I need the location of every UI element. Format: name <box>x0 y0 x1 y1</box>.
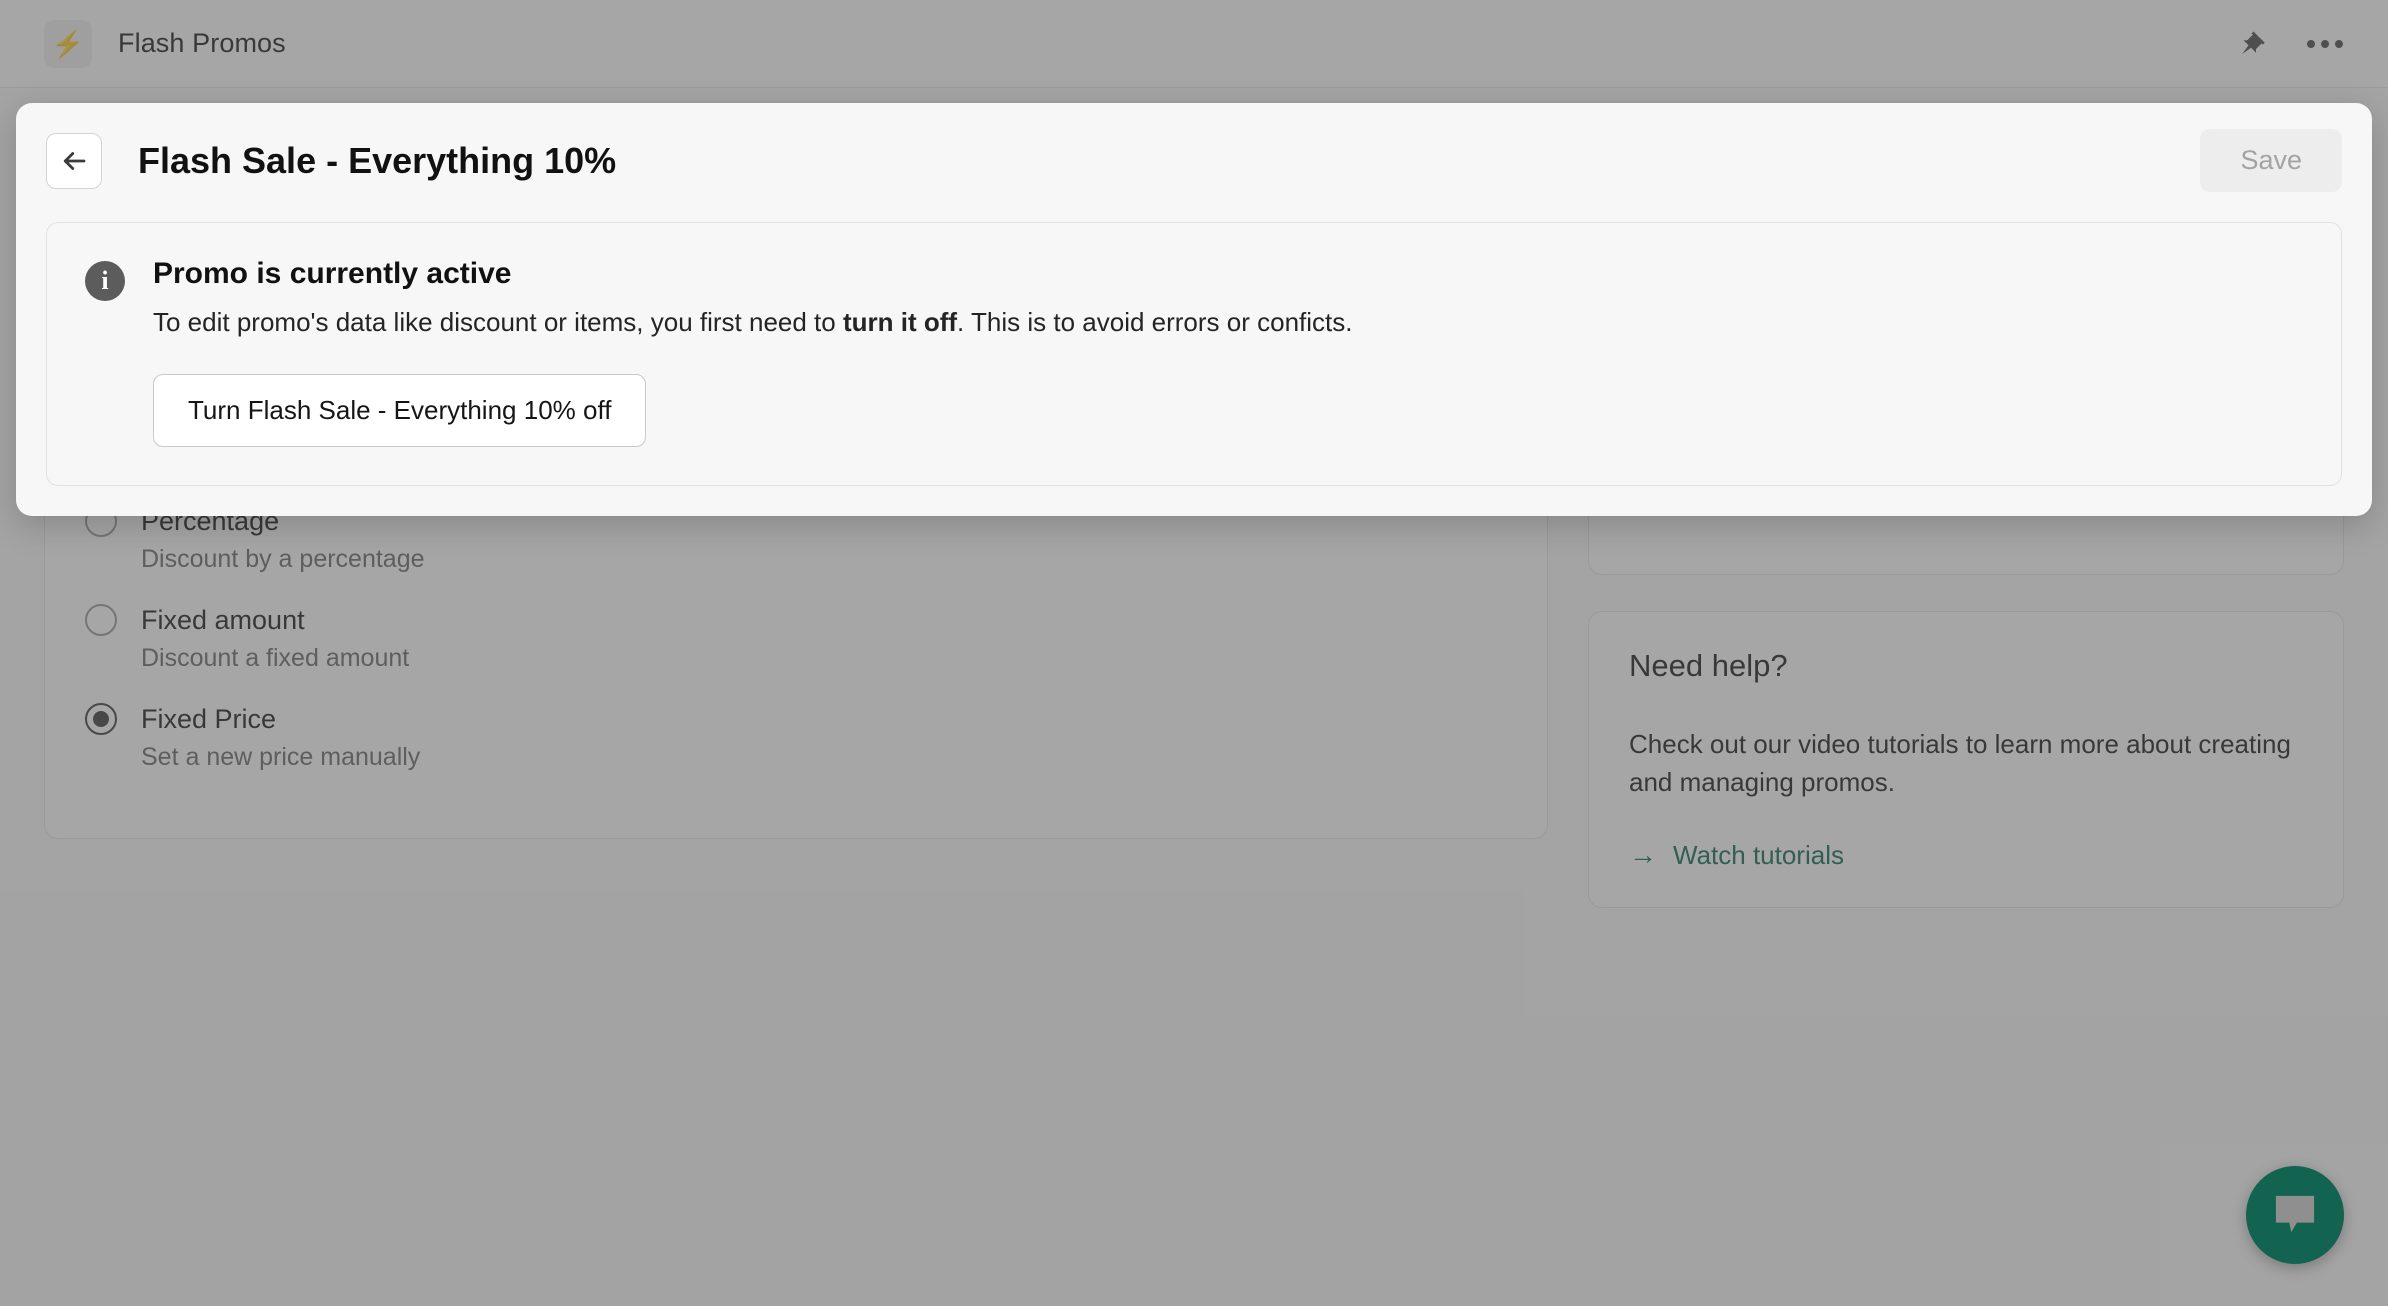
watch-tutorials-link[interactable]: → Watch tutorials <box>1629 840 2303 871</box>
chat-support-button[interactable] <box>2246 1166 2344 1264</box>
radio-option-fixed-price[interactable]: Fixed Price <box>85 703 1507 735</box>
info-desc-bold: turn it off <box>842 307 958 337</box>
top-bar-left: ⚡ Flash Promos <box>44 19 286 68</box>
info-box-title: Promo is currently active <box>153 257 512 290</box>
radio-option-fixed-amount[interactable]: Fixed amount <box>85 604 1507 636</box>
top-bar: ⚡ Flash Promos <box>0 0 2388 88</box>
radio-desc-fixed-amount: Discount a fixed amount <box>141 644 410 672</box>
page-title: Flash Sale - Everything 10% <box>138 139 617 181</box>
top-bar-right <box>2236 29 2344 59</box>
info-box-body: Promo is currently active To edit promo'… <box>153 257 1352 448</box>
pin-icon[interactable] <box>2236 29 2266 59</box>
need-help-text: Check out our video tutorials to learn m… <box>1629 729 2291 797</box>
need-help-title: Need help? <box>1629 648 1788 684</box>
info-desc-part1: To edit promo's data like discount or it… <box>153 307 843 337</box>
radio-circle-fixed-amount[interactable] <box>85 604 117 636</box>
radio-label-fixed-amount: Fixed amount <box>141 604 305 635</box>
promo-active-info-box: i Promo is currently active To edit prom… <box>46 222 2342 487</box>
more-options-icon[interactable] <box>2306 38 2344 50</box>
screen: ⚡ Flash Promos Percentage Discount by a … <box>0 0 2388 1306</box>
info-desc-part2: . This is to avoid errors or conficts. <box>957 307 1353 337</box>
info-box-description: To edit promo's data like discount or it… <box>153 305 1352 340</box>
info-icon: i <box>85 261 125 301</box>
back-button[interactable] <box>46 132 102 189</box>
radio-desc-percentage: Discount by a percentage <box>141 545 425 573</box>
chat-bubble-icon <box>2275 1195 2315 1233</box>
turn-promo-off-button[interactable]: Turn Flash Sale - Everything 10% off <box>153 374 647 448</box>
radio-circle-fixed-price[interactable] <box>85 703 117 735</box>
sheet-header: Flash Sale - Everything 10% Save <box>16 103 2372 210</box>
app-title: Flash Promos <box>118 28 286 58</box>
save-button[interactable]: Save <box>2200 129 2342 192</box>
radio-desc-fixed-price: Set a new price manually <box>141 743 421 771</box>
radio-label-fixed-price: Fixed Price <box>141 703 277 734</box>
promo-active-sheet: Flash Sale - Everything 10% Save i Promo… <box>16 103 2372 517</box>
arrow-right-icon: → <box>1629 839 1657 871</box>
lightning-bolt-icon: ⚡ <box>44 19 92 68</box>
watch-tutorials-label: Watch tutorials <box>1673 839 1844 870</box>
need-help-card: Need help? Check out our video tutorials… <box>1588 611 2344 908</box>
